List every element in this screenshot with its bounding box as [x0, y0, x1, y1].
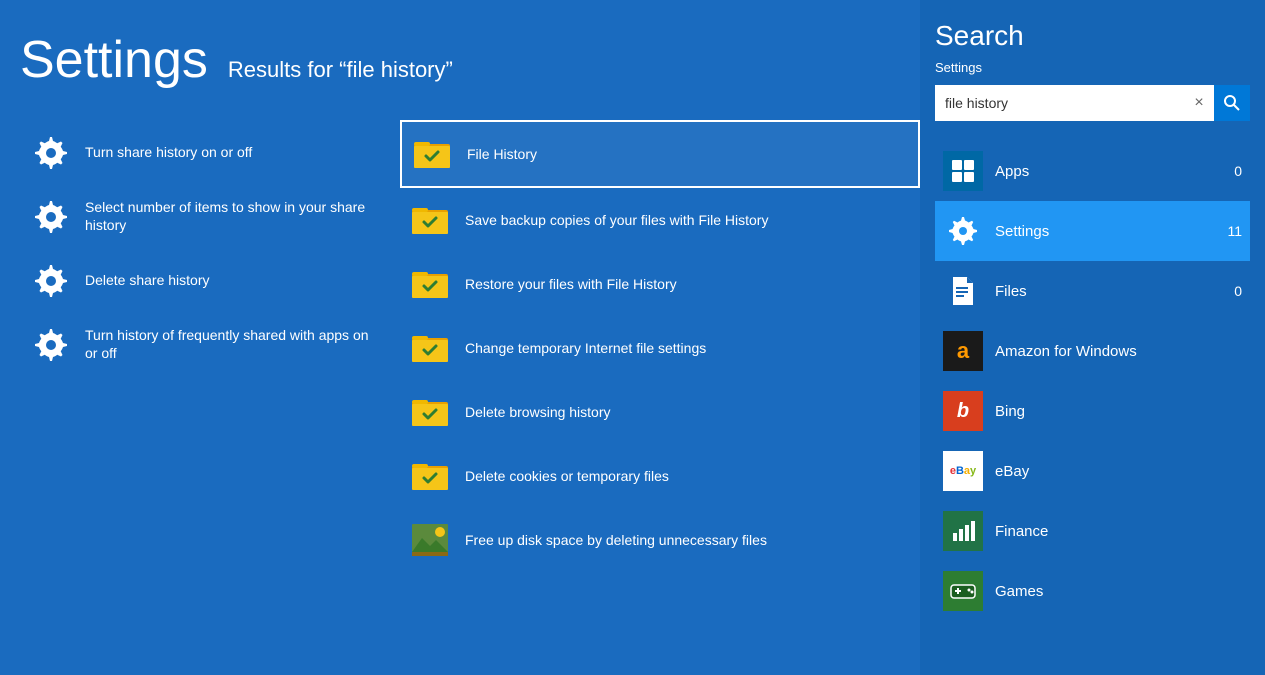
search-scope-label: Settings	[935, 60, 1250, 75]
category-count-settings: 11	[1227, 223, 1242, 239]
category-item-games[interactable]: Games	[935, 561, 1250, 621]
category-label-bing: Bing	[995, 403, 1230, 420]
right-result-6[interactable]: Free up disk space by deleting unnecessa…	[400, 508, 920, 572]
right-result-2[interactable]: Restore your files with File History	[400, 252, 920, 316]
gear-icon-0	[30, 132, 70, 172]
left-result-0[interactable]: Turn share history on or off	[20, 120, 390, 184]
right-result-label-2: Restore your files with File History	[465, 275, 677, 293]
category-label-files: Files	[995, 283, 1222, 300]
search-panel-title: Search	[935, 20, 1250, 52]
gear-icon-3	[30, 324, 70, 364]
ebay-icon: eBay	[943, 451, 983, 491]
category-label-amazon: Amazon for Windows	[995, 343, 1230, 360]
right-search-panel: Search Settings × Apps 0	[920, 0, 1265, 675]
amazon-icon: a	[943, 331, 983, 371]
left-result-2[interactable]: Delete share history	[20, 248, 390, 312]
right-result-label-5: Delete cookies or temporary files	[465, 467, 669, 485]
bing-icon: b	[943, 391, 983, 431]
category-item-settings[interactable]: Settings 11	[935, 201, 1250, 261]
content-area: Turn share history on or off Select numb…	[20, 120, 920, 675]
left-panel: Settings Results for “file history” Turn…	[0, 0, 920, 675]
folder-icon-5	[410, 456, 450, 496]
left-result-label-2: Delete share history	[85, 271, 210, 289]
category-label-finance: Finance	[995, 523, 1230, 540]
page-title: Settings	[20, 30, 208, 90]
landscape-icon-6	[410, 520, 450, 560]
right-result-1[interactable]: Save backup copies of your files with Fi…	[400, 188, 920, 252]
header-area: Settings Results for “file history”	[20, 30, 920, 90]
right-result-label-1: Save backup copies of your files with Fi…	[465, 211, 768, 229]
right-result-label-3: Change temporary Internet file settings	[465, 339, 706, 357]
category-label-games: Games	[995, 583, 1230, 600]
folder-icon-2	[410, 264, 450, 304]
search-box-container: ×	[935, 85, 1250, 121]
category-count-files: 0	[1234, 283, 1242, 299]
folder-icon-4	[410, 392, 450, 432]
gear-icon-2	[30, 260, 70, 300]
finance-icon	[943, 511, 983, 551]
left-results-column: Turn share history on or off Select numb…	[20, 120, 390, 675]
category-item-finance[interactable]: Finance	[935, 501, 1250, 561]
left-result-label-0: Turn share history on or off	[85, 143, 252, 161]
gear-icon-1	[30, 196, 70, 236]
category-item-bing[interactable]: b Bing	[935, 381, 1250, 441]
left-result-3[interactable]: Turn history of frequently shared with a…	[20, 312, 390, 376]
category-item-apps[interactable]: Apps 0	[935, 141, 1250, 201]
clear-search-button[interactable]: ×	[1184, 85, 1214, 121]
right-result-label-6: Free up disk space by deleting unnecessa…	[465, 531, 767, 549]
category-item-files[interactable]: Files 0	[935, 261, 1250, 321]
left-result-1[interactable]: Select number of items to show in your s…	[20, 184, 390, 248]
right-result-4[interactable]: Delete browsing history	[400, 380, 920, 444]
left-result-label-1: Select number of items to show in your s…	[85, 198, 380, 234]
right-result-label-4: Delete browsing history	[465, 403, 611, 421]
category-list: Apps 0 Settings 11	[935, 141, 1250, 621]
right-results-column: File History Save backup copies of your …	[390, 120, 920, 675]
category-label-ebay: eBay	[995, 463, 1230, 480]
search-subtitle: Results for “file history”	[228, 57, 453, 83]
folder-icon-1	[410, 200, 450, 240]
search-button[interactable]	[1214, 85, 1250, 121]
apps-icon	[943, 151, 983, 191]
folder-icon-3	[410, 328, 450, 368]
right-result-label-0: File History	[467, 145, 537, 163]
games-icon	[943, 571, 983, 611]
folder-icon-0	[412, 134, 452, 174]
search-input[interactable]	[935, 85, 1184, 121]
files-icon	[943, 271, 983, 311]
right-result-5[interactable]: Delete cookies or temporary files	[400, 444, 920, 508]
category-item-ebay[interactable]: eBay eBay	[935, 441, 1250, 501]
category-label-settings: Settings	[995, 223, 1215, 240]
right-result-0[interactable]: File History	[400, 120, 920, 188]
settings-icon	[943, 211, 983, 251]
category-item-amazon[interactable]: a Amazon for Windows	[935, 321, 1250, 381]
category-count-apps: 0	[1234, 163, 1242, 179]
right-result-3[interactable]: Change temporary Internet file settings	[400, 316, 920, 380]
left-result-label-3: Turn history of frequently shared with a…	[85, 326, 380, 362]
category-label-apps: Apps	[995, 163, 1222, 180]
